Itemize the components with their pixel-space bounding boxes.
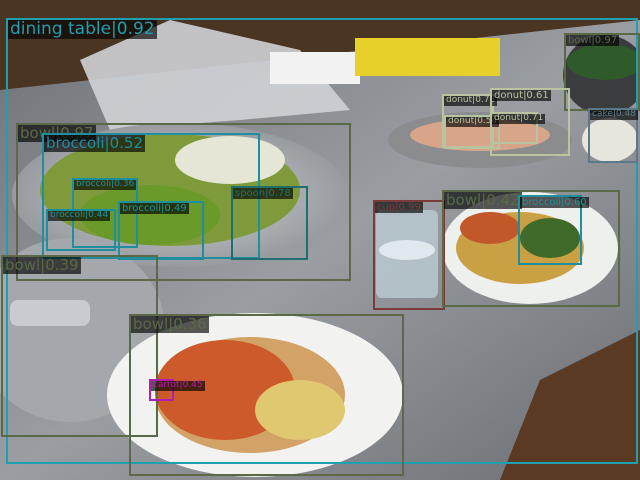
detection-label: carrot|0.45: [151, 380, 205, 391]
detection-cup: cup|0.99: [373, 200, 445, 310]
detection-label: donut|0.71: [492, 113, 546, 124]
detection-label: broccoli|0.60: [520, 197, 589, 208]
detection-spoon: spoon|0.78: [231, 186, 308, 260]
detection-label: donut|0.61: [492, 90, 551, 101]
detection-bowl: bowl|0.97: [564, 33, 640, 111]
detection-label: cup|0.99: [375, 202, 423, 213]
detection-cake: cake|0.48: [588, 108, 638, 163]
detection-carrot: carrot|0.45: [149, 379, 205, 401]
detection-label: bowl|0.39: [3, 256, 81, 274]
detection-broccoli: broccoli|0.49: [118, 201, 204, 260]
detection-donut: donut|0.71: [490, 112, 546, 144]
detection-label: broccoli|0.49: [120, 203, 189, 214]
detection-scene: dining table|0.92 bowl|0.97 broccoli|0.5…: [0, 0, 640, 480]
detection-label: broccoli|0.52: [44, 134, 145, 152]
detection-label: broccoli|0.44: [48, 210, 111, 221]
detection-label: bowl|0.42: [444, 191, 522, 209]
detection-broccoli: broccoli|0.60: [518, 195, 589, 265]
detection-label: bowl|0.97: [566, 35, 620, 46]
detection-label: broccoli|0.36: [74, 179, 137, 190]
detection-label: bowl|0.36: [131, 315, 209, 333]
detection-label: spoon|0.78: [233, 188, 293, 199]
detection-label: cake|0.48: [590, 109, 638, 120]
detection-broccoli: broccoli|0.44: [46, 209, 116, 251]
detection-label: dining table|0.92: [8, 19, 157, 39]
